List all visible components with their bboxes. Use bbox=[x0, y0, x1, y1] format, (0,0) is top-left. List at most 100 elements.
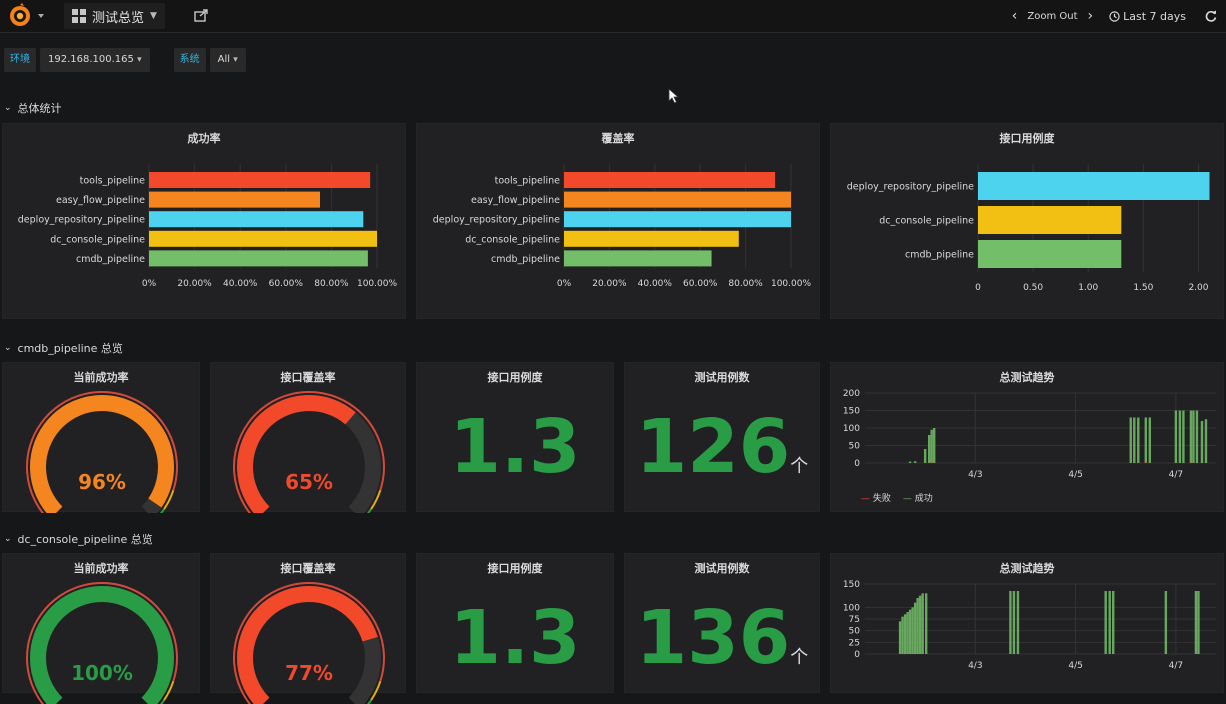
gauge: 100% bbox=[26, 582, 178, 704]
panel-test-case-count[interactable]: 测试用例数 126个 bbox=[624, 362, 820, 512]
series-bar bbox=[1174, 410, 1178, 463]
panel-api-coverage[interactable]: 接口覆盖率 77% bbox=[210, 553, 406, 704]
x-tick-label: 40.00% bbox=[638, 279, 673, 289]
y-tick-label: 0 bbox=[854, 650, 860, 660]
dashboard-picker-button[interactable]: 测试总览 ▼ bbox=[64, 3, 165, 29]
panel-success-rate[interactable]: 成功率 0% 20.00% 40.00% 60.00% 80.00% 100.00% too… bbox=[2, 123, 406, 319]
x-tick-label: 1.50 bbox=[1133, 283, 1153, 293]
panel-api-case-ratio-stat[interactable]: 接口用例度 1.3 bbox=[416, 553, 614, 693]
singlestat-number: 126 bbox=[635, 404, 791, 490]
row-title: cmdb_pipeline 总览 bbox=[17, 342, 123, 355]
category-label: tools_pipeline bbox=[495, 176, 561, 187]
gauge-fill bbox=[237, 395, 356, 513]
gauge-fill bbox=[30, 395, 174, 513]
x-tick-label: 0% bbox=[142, 279, 157, 289]
series-bar bbox=[1112, 591, 1115, 654]
zoom-out-button[interactable]: Zoom Out bbox=[1027, 11, 1077, 22]
panel-test-case-count[interactable]: 测试用例数 136个 bbox=[624, 553, 820, 693]
x-tick-label: 60.00% bbox=[683, 279, 718, 289]
trend-chart: 150 100 75 5025 0 4/3 4/5 4/7 bbox=[843, 580, 1216, 671]
time-range-picker[interactable]: Last 7 days bbox=[1109, 10, 1186, 23]
top-navbar: 测试总览 ▼ ‹ Zoom Out › Last 7 days bbox=[0, 0, 1226, 33]
category-label: deploy_repository_pipeline bbox=[433, 215, 560, 226]
grafana-logo-icon[interactable] bbox=[6, 3, 46, 29]
x-tick-label: 0% bbox=[557, 279, 572, 289]
series-bar bbox=[918, 595, 922, 654]
series-bar bbox=[1016, 591, 1020, 654]
series-bar bbox=[906, 612, 909, 654]
y-tick-label: 100 bbox=[843, 603, 860, 613]
row-header-overall[interactable]: ⌄ 总体统计 bbox=[4, 100, 62, 116]
legend-item-failed[interactable]: — 失败 bbox=[861, 491, 891, 504]
bar bbox=[564, 172, 776, 188]
chevron-down-icon: ⌄ bbox=[4, 534, 12, 544]
panel-title: 测试用例数 bbox=[694, 562, 750, 575]
bar bbox=[564, 230, 739, 247]
series-bar bbox=[1012, 591, 1016, 654]
mouse-cursor-icon bbox=[668, 88, 680, 104]
variable-select-system[interactable]: All ▾ bbox=[209, 48, 246, 72]
singlestat-unit: 个 bbox=[790, 647, 809, 668]
category-label: easy_flow_pipeline bbox=[56, 195, 145, 206]
gauge-fill bbox=[30, 586, 174, 704]
panel-api-coverage[interactable]: 接口覆盖率 65% bbox=[210, 362, 406, 513]
series-bar bbox=[1197, 591, 1200, 654]
category-label: deploy_repository_pipeline bbox=[847, 182, 974, 193]
x-tick-label: 60.00% bbox=[269, 279, 304, 289]
chevron-left-icon[interactable]: ‹ bbox=[1012, 8, 1018, 24]
bar bbox=[978, 240, 1122, 268]
chevron-right-icon[interactable]: › bbox=[1088, 8, 1094, 24]
singlestat-value: 126个 bbox=[625, 407, 819, 507]
series-bar bbox=[898, 621, 902, 654]
variable-select-env[interactable]: 192.168.100.165 ▾ bbox=[40, 48, 150, 72]
singlestat-unit: 个 bbox=[790, 456, 809, 477]
singlestat-value: 1.3 bbox=[449, 404, 581, 490]
series-bar bbox=[901, 616, 904, 654]
legend-swatch-red: — bbox=[861, 494, 870, 504]
x-tick-label: 4/3 bbox=[968, 661, 982, 671]
x-tick-label: 80.00% bbox=[728, 279, 763, 289]
refresh-icon[interactable] bbox=[1204, 9, 1218, 23]
series-bar bbox=[930, 429, 933, 463]
variable-value-env: 192.168.100.165 bbox=[48, 54, 134, 65]
row-header-cmdb[interactable]: ⌄ cmdb_pipeline 总览 bbox=[4, 340, 123, 356]
panel-coverage-rate[interactable]: 覆盖率 0% 20.00% 40.00% 60.00% 80.00% 100.00% too… bbox=[416, 123, 820, 319]
share-dashboard-button[interactable] bbox=[190, 6, 212, 26]
panel-test-trend[interactable]: 总测试趋势 200 150 100 50 0 4/3 4/5 4/7 — 失败 — 成功 bbox=[830, 362, 1224, 512]
legend-item-success[interactable]: — 成功 bbox=[903, 491, 933, 504]
x-tick-label: 100.00% bbox=[771, 279, 811, 289]
panel-api-case-ratio-stat[interactable]: 接口用例度 1.3 bbox=[416, 362, 614, 512]
y-tick-label: 50 bbox=[849, 442, 861, 452]
series-bar bbox=[930, 462, 933, 464]
category-label: dc_console_pipeline bbox=[50, 234, 145, 245]
series-bar bbox=[927, 435, 931, 463]
y-tick-label: 75 bbox=[849, 615, 860, 625]
series-bar bbox=[1182, 410, 1185, 463]
row-header-dc-console[interactable]: ⌄ dc_console_pipeline 总览 bbox=[4, 531, 153, 547]
legend-swatch-green: — bbox=[902, 494, 912, 504]
x-tick-label: 80.00% bbox=[314, 279, 349, 289]
x-tick-label: 40.00% bbox=[223, 279, 258, 289]
chevron-down-icon: ⌄ bbox=[4, 103, 12, 113]
chevron-down-icon: ⌄ bbox=[4, 343, 12, 353]
bar bbox=[149, 191, 320, 208]
bar bbox=[149, 230, 377, 247]
bar bbox=[978, 172, 1210, 200]
singlestat-value: 136个 bbox=[625, 598, 819, 698]
panel-current-success-rate[interactable]: 当前成功率 100% bbox=[2, 553, 200, 704]
x-tick-label: 4/7 bbox=[1169, 661, 1183, 671]
series-bar bbox=[1178, 410, 1182, 463]
series-bar bbox=[1144, 462, 1147, 464]
gauge-value-label: 100% bbox=[71, 661, 133, 685]
row-title: dc_console_pipeline 总览 bbox=[17, 533, 153, 546]
singlestat-value: 1.3 bbox=[449, 595, 581, 681]
category-label: cmdb_pipeline bbox=[905, 250, 974, 261]
gauge-value-label: 77% bbox=[285, 661, 333, 685]
panel-api-case-ratio[interactable]: 接口用例度 0 0.50 1.00 1.50 2.00 deploy_repository… bbox=[830, 123, 1224, 319]
panel-current-success-rate[interactable]: 当前成功率 96% bbox=[2, 362, 200, 513]
x-tick-label: 4/5 bbox=[1068, 661, 1082, 671]
panel-test-trend[interactable]: 总测试趋势 150 100 75 50 25 0 4/3 4/5 4/7 bbox=[830, 553, 1224, 693]
legend-label: 成功 bbox=[914, 494, 933, 504]
series-bar bbox=[1133, 417, 1136, 463]
series-bar bbox=[1195, 410, 1199, 463]
